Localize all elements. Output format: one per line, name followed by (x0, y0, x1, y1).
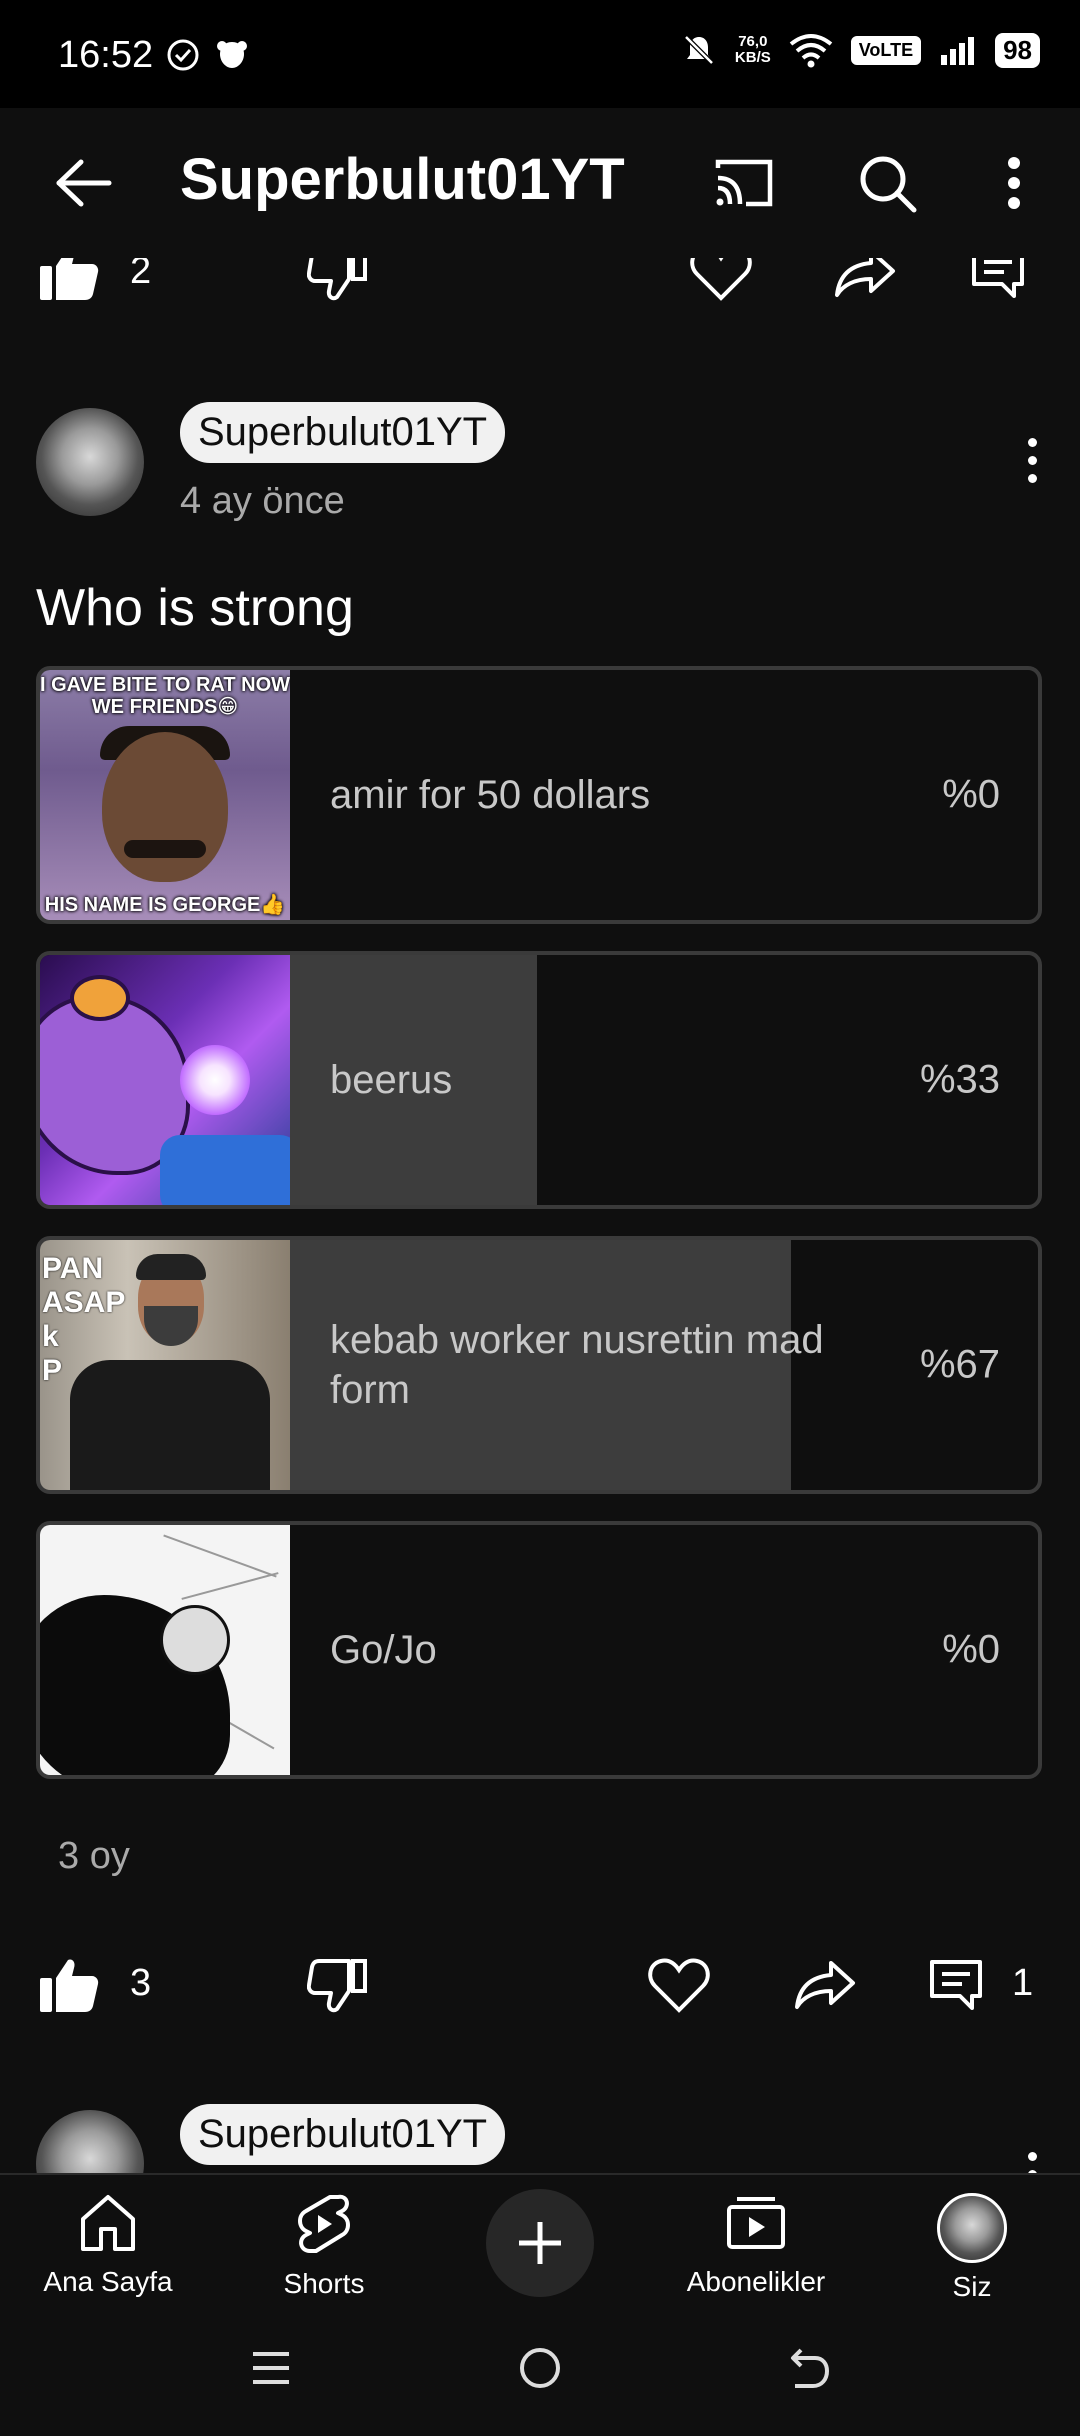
channel-name-chip[interactable]: Superbulut01YT (180, 402, 506, 463)
vote-count: 3 oy (58, 1835, 130, 1877)
volte-badge: VoLTE (850, 35, 922, 65)
poll-option-percent: %0 (942, 1627, 1000, 1672)
posts-feed[interactable]: 2 Superbulut01YT 4 ay önce Who is strong… (0, 258, 1080, 2173)
dislike-icon[interactable] (304, 258, 370, 306)
like-filled-icon[interactable] (36, 258, 102, 306)
home-icon (81, 2195, 135, 2251)
nav-home[interactable]: Ana Sayfa (8, 2193, 208, 2298)
channel-name-chip[interactable]: Superbulut01YT (180, 2104, 506, 2165)
signal-icon (941, 37, 975, 65)
poll-option[interactable]: Go/Jo %0 (36, 1521, 1042, 1779)
comment-icon[interactable] (926, 1954, 986, 2016)
prev-post-action-row: 2 (0, 258, 1080, 310)
comment-icon[interactable] (968, 258, 1028, 304)
poll-option-percent: %0 (942, 772, 1000, 817)
notification-app-icon (217, 41, 247, 68)
dislike-icon[interactable] (304, 1952, 370, 2018)
nav-shorts-label: Shorts (283, 2268, 365, 2299)
app-bar: Superbulut01YT (0, 108, 1080, 258)
bell-off-icon (684, 35, 714, 65)
post-time-ago: 4 ay önce (180, 480, 345, 522)
poll-option-image: PAN ASAP k P (40, 1240, 290, 1490)
prev-like-count: 2 (130, 258, 152, 292)
nav-subscriptions-label: Abonelikler (686, 2266, 826, 2297)
comment-count: 1 (1012, 1962, 1034, 2004)
net-speed: 76,0 KB/S (734, 33, 771, 66)
nav-home-label: Ana Sayfa (43, 2266, 173, 2297)
post-menu-icon[interactable] (1020, 438, 1044, 498)
heart-icon[interactable] (644, 1952, 714, 2018)
nav-subscriptions[interactable]: Abonelikler (656, 2193, 856, 2298)
more-options-icon[interactable] (996, 150, 1032, 216)
poll-option-percent: %67 (919, 1342, 1000, 1387)
poll-option[interactable]: I GAVE BITE TO RAT NOW WE FRIENDS😁 HIS N… (36, 666, 1042, 924)
poll-option-label: amir for 50 dollars (330, 773, 651, 817)
avatar[interactable] (36, 2110, 144, 2173)
search-icon[interactable] (852, 148, 924, 220)
poll-option-label: beerus (330, 1058, 453, 1102)
check-circle-icon (167, 39, 199, 71)
system-navigation-bar (0, 2313, 1080, 2436)
status-time: 16:52 (58, 34, 154, 76)
poll-option[interactable]: beerus %33 (36, 951, 1042, 1209)
poll-option-label: kebab worker nusrettin mad form (330, 1318, 824, 1412)
wifi-icon (789, 34, 832, 68)
nav-you[interactable]: Siz (872, 2193, 1072, 2303)
post-text: Who is strong (36, 579, 354, 637)
avatar[interactable] (36, 408, 144, 516)
battery-indicator: 98 (995, 32, 1040, 68)
like-count: 3 (130, 1962, 152, 2004)
poll-option[interactable]: PAN ASAP k P kebab worker nusrettin mad … (36, 1236, 1042, 1494)
subscriptions-icon (727, 2197, 785, 2249)
page-title: Superbulut01YT (180, 147, 625, 212)
poll-option-image: I GAVE BITE TO RAT NOW WE FRIENDS😁 HIS N… (40, 670, 290, 920)
share-icon[interactable] (830, 258, 900, 304)
plus-icon (519, 2222, 561, 2264)
cast-icon[interactable] (708, 150, 780, 216)
meme-caption-bottom: HIS NAME IS GEORGE👍 (44, 894, 286, 916)
meme-caption-top: I GAVE BITE TO RAT NOW WE FRIENDS😁 (40, 674, 290, 718)
shorts-icon (298, 2194, 350, 2253)
avatar (937, 2193, 1007, 2263)
poster-text: PAN ASAP k P (42, 1252, 126, 1387)
heart-icon[interactable] (686, 258, 756, 306)
home-circle-icon[interactable] (516, 2343, 564, 2393)
back-arrow-icon[interactable] (48, 148, 118, 218)
recent-apps-icon[interactable] (248, 2343, 294, 2393)
post-action-row: 3 1 (0, 1948, 1080, 2028)
nav-shorts[interactable]: Shorts (224, 2193, 424, 2300)
share-icon[interactable] (790, 1954, 860, 2016)
create-button[interactable] (486, 2189, 594, 2297)
bottom-navigation: Ana Sayfa Shorts Abonelikler Siz (0, 2173, 1080, 2313)
poll-option-percent: %33 (919, 1057, 1000, 1102)
like-filled-icon[interactable] (36, 1952, 102, 2018)
poll-option-label: Go/Jo (330, 1628, 437, 1672)
post-menu-icon[interactable] (1020, 2152, 1044, 2173)
nav-you-label: Siz (952, 2271, 992, 2302)
status-bar: 16:52 76,0 KB/S VoLTE 98 (0, 0, 1080, 108)
poll-option-image (40, 1525, 290, 1775)
poll-option-image (40, 955, 290, 1205)
system-back-icon[interactable] (786, 2343, 834, 2393)
